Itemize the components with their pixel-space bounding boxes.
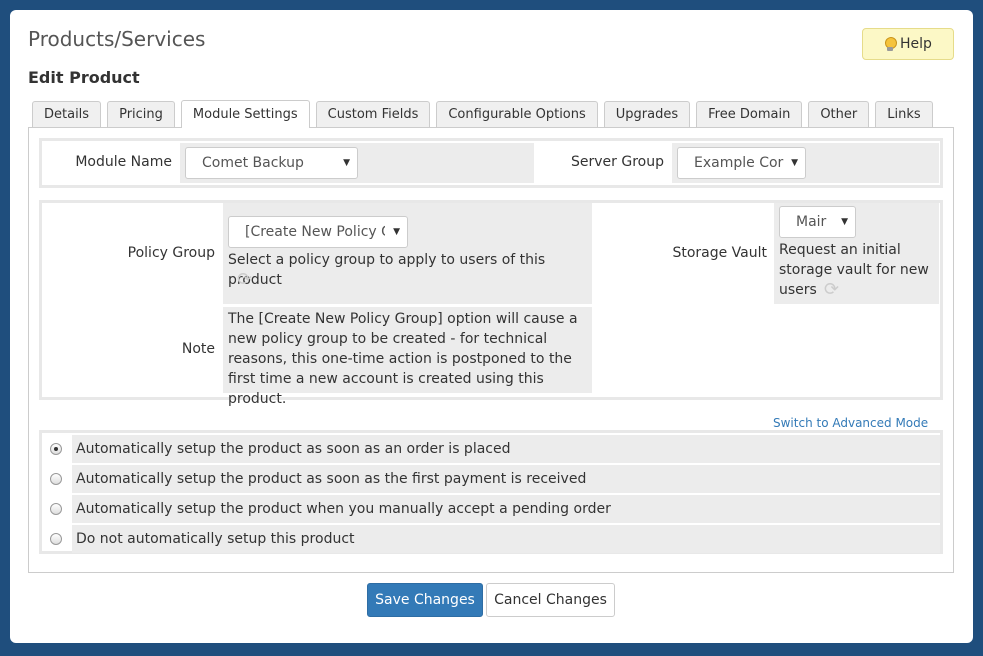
caret-down-icon: ▼	[841, 217, 848, 227]
caret-down-icon: ▼	[393, 227, 400, 237]
setup-option-radio-order-placed[interactable]	[50, 443, 62, 455]
tab-custom-fields[interactable]: Custom Fields	[315, 101, 431, 127]
storage-vault-help: Request an initial storage vault for new…	[779, 240, 929, 300]
setup-option-radio-no-setup[interactable]	[50, 533, 62, 545]
policy-group-label: Policy Group	[127, 245, 215, 261]
refresh-icon[interactable]: ⟳	[824, 279, 839, 300]
server-group-value: Example Cor	[694, 155, 784, 171]
radio-cell	[42, 525, 70, 553]
module-name-select[interactable]: Comet Backup ▼	[185, 147, 358, 179]
setup-option-radio-manual-accept[interactable]	[50, 503, 62, 515]
radio-cell	[42, 465, 70, 493]
tab-pricing[interactable]: Pricing	[107, 101, 175, 127]
help-label: Help	[900, 36, 932, 52]
policy-group-value: [Create New Policy G	[245, 224, 385, 240]
module-box: Module Name Comet Backup ▼ Server Group …	[39, 138, 943, 188]
setup-option-label: Automatically setup the product when you…	[72, 495, 940, 523]
setup-option-label: Do not automatically setup this product	[72, 525, 940, 553]
save-changes-button[interactable]: Save Changes	[367, 583, 483, 617]
tab-bar: Details Pricing Module Settings Custom F…	[32, 100, 939, 128]
main-panel: Products/Services Help Edit Product Deta…	[10, 10, 973, 643]
storage-vault-help-text: Request an initial storage vault for new…	[779, 242, 929, 298]
storage-vault-value: Mair	[796, 214, 827, 230]
policy-group-help: Select a policy group to apply to users …	[228, 250, 590, 290]
tab-links[interactable]: Links	[875, 101, 933, 127]
setup-option-radio-first-payment[interactable]	[50, 473, 62, 485]
tab-upgrades[interactable]: Upgrades	[603, 101, 691, 127]
lightbulb-icon	[884, 37, 898, 51]
storage-vault-select[interactable]: Mair ▼	[779, 206, 856, 238]
help-button[interactable]: Help	[862, 28, 954, 60]
refresh-icon[interactable]: ⟳	[237, 269, 252, 290]
server-group-label: Server Group	[571, 154, 664, 170]
policy-group-select[interactable]: [Create New Policy G ▼	[228, 216, 408, 248]
policy-group-help-text: Select a policy group to apply to users …	[228, 252, 546, 288]
note-text: The [Create New Policy Group] option wil…	[228, 311, 578, 407]
tab-free-domain[interactable]: Free Domain	[696, 101, 803, 127]
tab-configurable-options[interactable]: Configurable Options	[436, 101, 598, 127]
switch-advanced-mode-link[interactable]: Switch to Advanced Mode	[773, 416, 928, 430]
note-label: Note	[181, 341, 215, 357]
cancel-changes-button[interactable]: Cancel Changes	[486, 583, 615, 617]
setup-option-row: Automatically setup the product when you…	[42, 495, 940, 523]
caret-down-icon: ▼	[343, 158, 350, 168]
setup-option-row: Automatically setup the product as soon …	[42, 465, 940, 493]
setup-options-box: Automatically setup the product as soon …	[39, 430, 943, 554]
tab-module-settings[interactable]: Module Settings	[180, 100, 310, 128]
module-name-label: Module Name	[75, 154, 172, 170]
tab-details[interactable]: Details	[32, 101, 102, 127]
setup-option-row: Automatically setup the product as soon …	[42, 435, 940, 463]
radio-cell	[42, 435, 70, 463]
setup-option-label: Automatically setup the product as soon …	[72, 435, 940, 463]
setup-option-label: Automatically setup the product as soon …	[72, 465, 940, 493]
tab-content: Module Name Comet Backup ▼ Server Group …	[28, 127, 954, 573]
caret-down-icon: ▼	[791, 158, 798, 168]
radio-cell	[42, 495, 70, 523]
page-subtitle: Edit Product	[28, 68, 140, 87]
page-title: Products/Services	[28, 27, 206, 51]
settings-box: Policy Group [Create New Policy G ▼ Sele…	[39, 200, 943, 407]
storage-vault-label: Storage Vault	[672, 245, 767, 261]
tab-other[interactable]: Other	[808, 101, 870, 127]
module-name-value: Comet Backup	[202, 155, 304, 171]
server-group-select[interactable]: Example Cor ▼	[677, 147, 806, 179]
setup-option-row: Do not automatically setup this product	[42, 525, 940, 553]
